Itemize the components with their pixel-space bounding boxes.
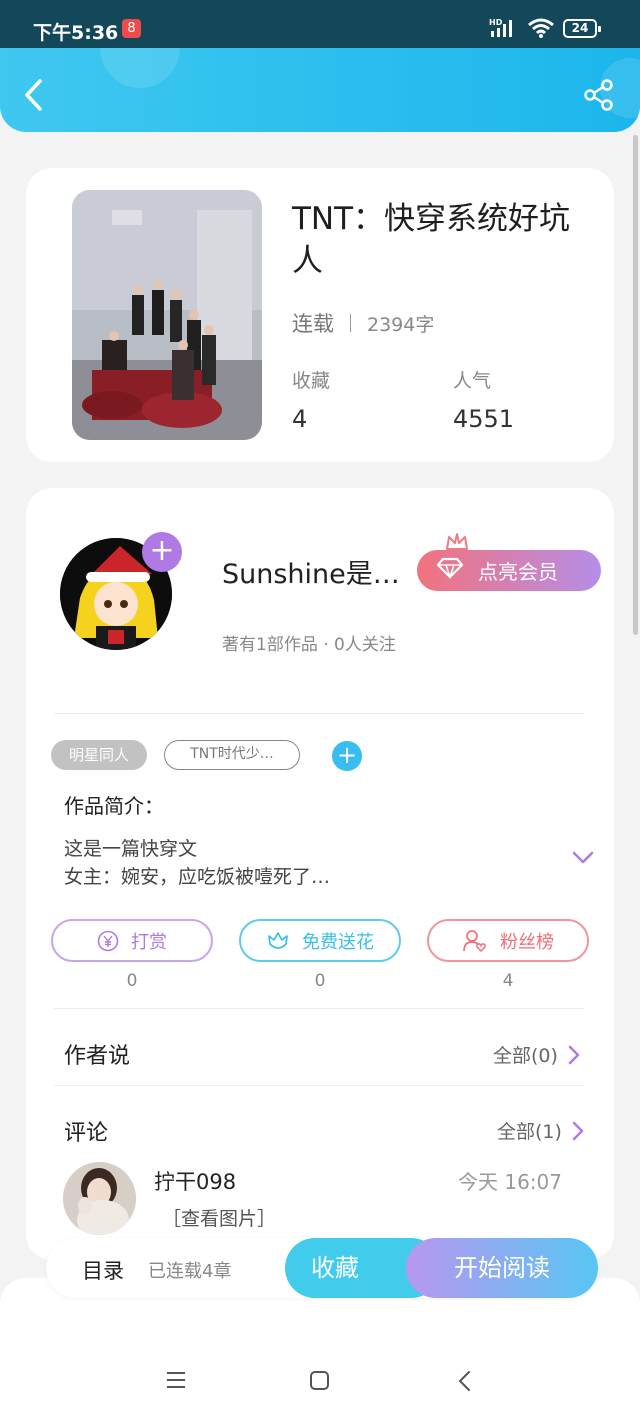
start-reading-button[interactable]: 开始阅读 — [406, 1238, 598, 1298]
divider — [54, 713, 584, 714]
intro-text: 这是一篇快穿文 — [64, 838, 198, 860]
send-flower-label: 免费送花 — [302, 931, 374, 953]
table-of-contents-button[interactable]: 目录 — [82, 1255, 124, 1285]
chevron-right-icon — [568, 1045, 580, 1065]
popularity-label: 人气 — [453, 370, 492, 392]
flower-count: 0 — [314, 971, 326, 991]
flower-icon — [266, 930, 290, 952]
book-info-card: TNT：快穿系统好坑人 连载 2394字 收藏 4 人气 4551 — [26, 168, 614, 462]
bottom-panel — [0, 1278, 640, 1422]
comments-title: 评论 — [64, 1121, 109, 1146]
follow-author-button[interactable]: + — [142, 532, 182, 572]
intro-text: 女主：婉安，应吃饭被噎死了… — [64, 866, 331, 888]
comments-all-link[interactable]: 全部(1) — [497, 1117, 584, 1144]
battery-icon: 24 — [563, 19, 601, 38]
home-icon[interactable] — [309, 1370, 331, 1396]
vip-button-label: 点亮会员 — [478, 560, 558, 584]
serial-status: 连载 — [292, 312, 334, 336]
popularity-stat: 人气 4551 — [453, 366, 514, 433]
chapter-count: 已连载4章 — [148, 1261, 232, 1282]
status-time: 下午5:36 — [33, 22, 119, 44]
category-tag[interactable]: 明星同人 — [51, 740, 147, 770]
book-tag[interactable]: TNT时代少… — [164, 740, 300, 770]
author-says-title: 作者说 — [64, 1044, 131, 1069]
tip-label: 打赏 — [131, 931, 167, 953]
menu-icon[interactable] — [165, 1370, 187, 1394]
fan-ranking-button[interactable]: 粉丝榜 — [427, 919, 589, 962]
status-bar: 下午5:36 8 HD 24 — [0, 0, 640, 48]
commenter-avatar[interactable] — [63, 1162, 136, 1235]
book-meta: 连载 2394字 — [292, 308, 434, 338]
comments-all-label: 全部(1) — [497, 1121, 562, 1143]
favorites-stat: 收藏 4 — [292, 366, 330, 433]
plus-icon: + — [336, 741, 358, 769]
yen-coin-icon — [97, 930, 119, 952]
chevron-right-icon — [572, 1121, 584, 1141]
bottom-action-bar: 目录 已连载4章 收藏 开始阅读 — [46, 1238, 598, 1298]
divider — [54, 1008, 584, 1009]
fan-user-icon — [462, 929, 488, 953]
page-header — [0, 48, 640, 132]
add-tag-button[interactable]: + — [332, 741, 362, 771]
book-title: TNT：快穿系统好坑人 — [292, 201, 571, 279]
author-says-all-link[interactable]: 全部(0) — [493, 1041, 580, 1068]
back-button[interactable] — [20, 78, 50, 112]
activate-vip-button[interactable]: 点亮会员 — [417, 550, 601, 591]
tip-button[interactable]: 打赏 — [51, 919, 213, 962]
chevron-left-icon — [25, 79, 42, 111]
signal-icon: HD — [489, 18, 519, 42]
book-cover-image[interactable] — [72, 190, 262, 440]
network-type-label: HD — [489, 18, 503, 27]
tip-count: 0 — [126, 971, 138, 991]
author-says-all-label: 全部(0) — [493, 1045, 558, 1067]
send-flower-button[interactable]: 免费送花 — [239, 919, 401, 962]
comment-time: 今天 16:07 — [458, 1170, 562, 1194]
expand-intro-button[interactable] — [572, 850, 594, 869]
comment-content-link[interactable]: ［查看图片］ — [162, 1204, 276, 1231]
system-back-icon[interactable] — [457, 1370, 473, 1396]
plus-icon: + — [149, 533, 175, 568]
favorites-label: 收藏 — [292, 370, 331, 392]
share-button[interactable] — [582, 78, 616, 112]
divider — [350, 314, 351, 332]
share-icon — [584, 79, 613, 111]
popularity-value: 4551 — [453, 405, 515, 433]
commenter-name[interactable]: 拧干098 — [154, 1166, 236, 1196]
book-detail-card: + Sunshine是… 点亮会员 著有1部作品 · 0人关注 明星同人 TNT… — [26, 488, 614, 1260]
header-decoration — [100, 48, 180, 88]
chevron-down-icon — [572, 851, 594, 864]
author-stats: 著有1部作品 · 0人关注 — [222, 635, 396, 655]
intro-heading: 作品简介： — [64, 794, 164, 818]
word-count: 2394字 — [367, 313, 435, 336]
fan-count: 4 — [502, 971, 514, 991]
fan-ranking-label: 粉丝榜 — [500, 931, 554, 953]
wifi-icon — [527, 18, 555, 42]
diamond-icon — [436, 557, 464, 584]
favorites-value: 4 — [292, 405, 308, 433]
app-notification-icon: 8 — [122, 19, 141, 38]
divider — [54, 1085, 584, 1086]
author-name[interactable]: Sunshine是… — [222, 552, 400, 591]
scrollbar[interactable] — [633, 135, 638, 635]
